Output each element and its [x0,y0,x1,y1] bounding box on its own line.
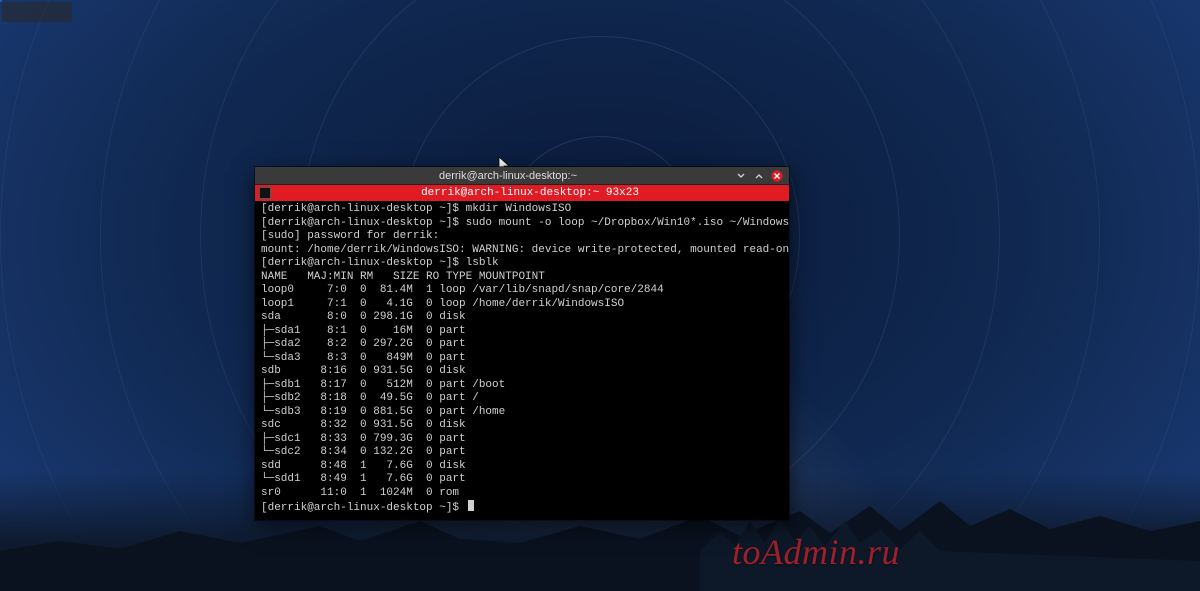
terminal-line: loop1 7:1 0 4.1G 0 loop /home/derrik/Win… [261,298,783,312]
terminal-line: ├─sdb1 8:17 0 512M 0 part /boot [261,379,783,393]
terminal-line: sdd 8:48 1 7.6G 0 disk [261,460,783,474]
terminal-line: ├─sda2 8:2 0 297.2G 0 part [261,338,783,352]
terminal-line: NAME MAJ:MIN RM SIZE RO TYPE MOUNTPOINT [261,271,783,285]
maximize-button[interactable] [753,170,765,182]
terminal-line: ├─sdb2 8:18 0 49.5G 0 part / [261,392,783,406]
terminal-line: sdc 8:32 0 931.5G 0 disk [261,419,783,433]
terminal-line: [derrik@arch-linux-desktop ~]$ mkdir Win… [261,203,783,217]
terminal-line: └─sdc2 8:34 0 132.2G 0 part [261,446,783,460]
terminal-line: loop0 7:0 0 81.4M 1 loop /var/lib/snapd/… [261,284,783,298]
terminal-line: [derrik@arch-linux-desktop ~]$ sudo moun… [261,217,783,231]
minimize-button[interactable] [735,170,747,182]
terminal-line: sda 8:0 0 298.1G 0 disk [261,311,783,325]
terminal-line: [derrik@arch-linux-desktop ~]$ lsblk [261,257,783,271]
terminal-line: └─sda3 8:3 0 849M 0 part [261,352,783,366]
terminal-line: mount: /home/derrik/WindowsISO: WARNING:… [261,244,783,258]
terminal-tab-bar: derrik@arch-linux-desktop:~ 93x23 [255,185,789,201]
watermark-text: toAdmin.ru [732,531,900,573]
desktop: derrik@arch-linux-desktop:~ derrik@arch-… [0,0,1200,591]
desktop-panel-fragment [2,2,72,22]
terminal-line: ├─sdc1 8:33 0 799.3G 0 part [261,433,783,447]
terminal-line: sdb 8:16 0 931.5G 0 disk [261,365,783,379]
close-button[interactable] [771,170,783,182]
window-titlebar[interactable]: derrik@arch-linux-desktop:~ [255,167,789,185]
terminal-tab-title: derrik@arch-linux-desktop:~ 93x23 [275,187,785,199]
terminal-window[interactable]: derrik@arch-linux-desktop:~ derrik@arch-… [254,166,790,521]
terminal-prompt-line[interactable]: [derrik@arch-linux-desktop ~]$ [261,500,783,516]
terminal-line: └─sdd1 8:49 1 7.6G 0 part [261,473,783,487]
terminal-app-icon [259,187,271,199]
terminal-cursor [468,500,474,511]
terminal-line: └─sdb3 8:19 0 881.5G 0 part /home [261,406,783,420]
terminal-line: sr0 11:0 1 1024M 0 rom [261,487,783,501]
terminal-line: ├─sda1 8:1 0 16M 0 part [261,325,783,339]
terminal-line: [sudo] password for derrik: [261,230,783,244]
window-title: derrik@arch-linux-desktop:~ [287,170,729,182]
terminal-body[interactable]: [derrik@arch-linux-desktop ~]$ mkdir Win… [255,201,789,520]
